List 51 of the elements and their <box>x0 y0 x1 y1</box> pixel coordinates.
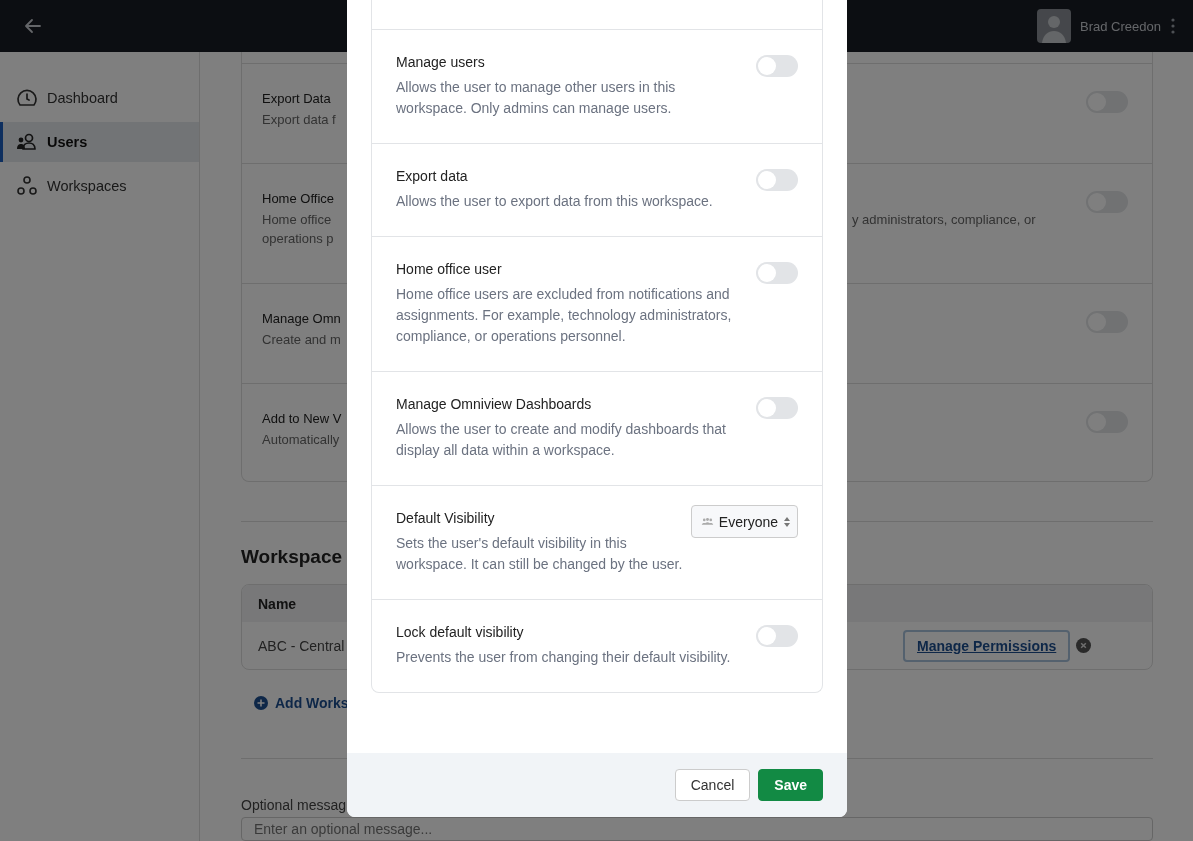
people-icon <box>700 517 714 526</box>
setting-description: Automatically <box>262 432 340 447</box>
setting-title: Manage Omniview Dashboards <box>396 396 593 412</box>
setting-description: Allows the user to export data from this workspace. <box>396 192 713 211</box>
setting-title: Home office user <box>396 261 503 277</box>
manage-permissions-link[interactable]: Manage Permissions <box>903 629 1071 662</box>
setting-title: Home Office <box>262 191 334 206</box>
setting-title: Export data <box>396 168 469 184</box>
setting-description: Sets the user's default visibility in this workspace. It can still be changed by the user. <box>396 534 684 574</box>
circles-icon <box>16 175 38 197</box>
back-arrow-icon[interactable] <box>23 16 43 36</box>
setting-title: Manage users <box>396 54 486 70</box>
toggle-switch[interactable] <box>756 397 798 419</box>
plus-icon <box>254 696 268 710</box>
remove-icon[interactable] <box>1076 638 1092 653</box>
setting-title: Add to New V <box>262 411 342 426</box>
avatar-silhouette-icon[interactable] <box>1037 9 1072 43</box>
toggle-switch[interactable] <box>756 625 798 647</box>
setting-description: Allows the user to manage other users in this workspace. Only admins can manage users. <box>396 78 677 118</box>
field-label: Optional messag <box>241 797 347 813</box>
setting-description: Home office <box>262 212 332 227</box>
setting-description: Create and m <box>262 332 341 347</box>
visibility-select[interactable]: Everyone <box>690 505 798 538</box>
section-heading: Workspace <box>241 546 343 568</box>
gauge-icon <box>16 87 38 109</box>
sidebar-item[interactable]: Dashboard <box>0 78 199 118</box>
more-options-icon[interactable] <box>1170 17 1176 35</box>
add-workspace-link[interactable]: Add Works <box>254 695 349 711</box>
toggle-switch[interactable] <box>756 262 798 284</box>
setting-title: Manage Omn <box>262 311 341 326</box>
setting-description: Prevents the user from changing their default visibility. <box>396 648 731 667</box>
toggle-switch[interactable] <box>756 55 798 77</box>
setting-description: Export data f <box>262 112 336 127</box>
up-down-caret-icon <box>783 515 791 528</box>
table-cell-text: ABC - Central <box>258 637 346 654</box>
setting-title: Lock default visibility <box>396 624 525 640</box>
column-header: Name <box>258 595 297 612</box>
message-input-field[interactable]: Enter an optional message... <box>241 817 1153 841</box>
sidebar-item[interactable]: Users <box>0 122 199 162</box>
setting-title: Default Visibility <box>396 510 496 526</box>
setting-description: Allows the user to create and modify dashboards that display all data within a workspace. <box>396 420 727 460</box>
save-button[interactable]: Save <box>758 769 823 801</box>
user-name[interactable]: Brad Creedon <box>1080 18 1161 34</box>
setting-description: operations p <box>262 231 334 246</box>
setting-title: Export Data <box>262 91 331 106</box>
sidebar-item[interactable]: Workspaces <box>0 166 199 206</box>
users-icon <box>16 131 38 153</box>
toggle-switch[interactable] <box>756 169 798 191</box>
setting-description: y administrators, compliance, or <box>852 212 1036 227</box>
cancel-button[interactable]: Cancel <box>674 769 751 801</box>
setting-description: Home office users are excluded from notifications and assignments. For example, technology administrators, compliance, or operations personnel. <box>396 285 733 346</box>
